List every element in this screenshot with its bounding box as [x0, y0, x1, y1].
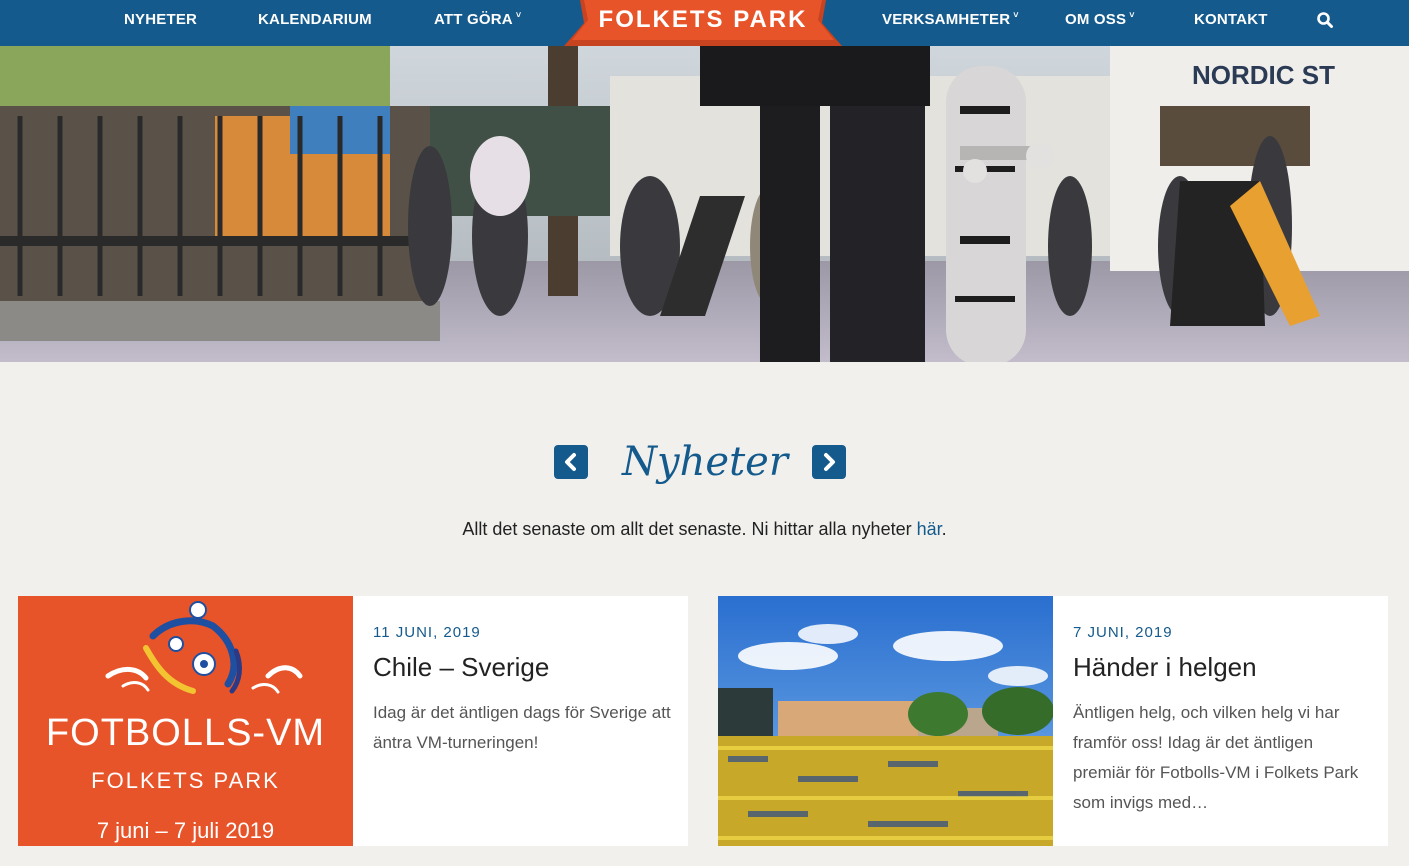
card-excerpt: Äntligen helg, och vilken helg vi har fr…: [1073, 703, 1359, 812]
subtitle-end: .: [941, 519, 947, 539]
card-date: 7 JUNI, 2019: [1073, 624, 1173, 641]
hero-image: NORDIC ST: [0, 46, 1409, 362]
nav-item-verksamheter[interactable]: VERKSAMHETER ˅: [882, 0, 1019, 40]
search-icon[interactable]: [1316, 11, 1334, 29]
poster-dates: 7 juni – 7 juli 2019: [96, 818, 275, 843]
card-image: [718, 596, 1053, 846]
chevron-right-icon: [824, 453, 835, 471]
next-arrow-button[interactable]: [812, 445, 846, 479]
nav-label: KALENDARIUM: [258, 11, 372, 28]
nav-label: KONTAKT: [1194, 11, 1268, 28]
nav-label: ATT GÖRA: [434, 11, 513, 28]
nav-item-nyheter[interactable]: NYHETER: [124, 0, 197, 40]
card-title[interactable]: Händer i helgen: [1073, 652, 1257, 683]
poster-title: FOTBOLLS-VM: [45, 712, 326, 754]
chevron-down-icon: ˅: [515, 10, 522, 20]
nav-item-om-oss[interactable]: OM OSS ˅: [1065, 0, 1135, 40]
card-title[interactable]: Chile – Sverige: [373, 652, 549, 683]
chevron-left-icon: [565, 453, 576, 471]
nordic-sign: NORDIC ST: [1192, 60, 1335, 90]
chevron-down-icon: ˅: [1129, 10, 1135, 20]
nav-item-att-gora[interactable]: ATT GÖRA ˅: [434, 0, 521, 40]
crowd-photo: [718, 596, 1053, 846]
card-excerpt: Idag är det äntligen dags för Sverige at…: [373, 703, 671, 752]
poster-subtitle: FOLKETS PARK: [91, 768, 280, 793]
chevron-down-icon: ˅: [1013, 10, 1019, 20]
nav-label: NYHETER: [124, 11, 198, 28]
news-card[interactable]: 7 JUNI, 2019 Händer i helgen Äntligen he…: [718, 596, 1388, 846]
nav-item-kalendarium[interactable]: KALENDARIUM: [258, 0, 372, 40]
section-title: Nyheter: [622, 439, 788, 485]
hero-photo: NORDIC ST: [0, 46, 1409, 362]
news-card[interactable]: FOTBOLLS-VM FOLKETS PARK 7 juni – 7 juli…: [18, 596, 688, 846]
logo-text: FOLKETS PARK: [598, 6, 808, 33]
prev-arrow-button[interactable]: [554, 445, 588, 479]
all-news-link[interactable]: här: [917, 519, 942, 539]
nav-label: OM OSS: [1065, 11, 1127, 28]
nav-item-kontakt[interactable]: KONTAKT: [1194, 0, 1268, 40]
subtitle-text: Allt det senaste om allt det senaste. Ni…: [462, 519, 917, 539]
card-date: 11 JUNI, 2019: [373, 624, 481, 641]
news-section-header: Nyheter: [0, 436, 1409, 496]
card-image: FOTBOLLS-VM FOLKETS PARK 7 juni – 7 juli…: [18, 596, 353, 846]
site-logo[interactable]: FOLKETS PARK: [564, 0, 842, 46]
section-subtitle: Allt det senaste om allt det senaste. Ni…: [0, 519, 1409, 540]
nav-label: VERKSAMHETER: [882, 11, 1011, 28]
